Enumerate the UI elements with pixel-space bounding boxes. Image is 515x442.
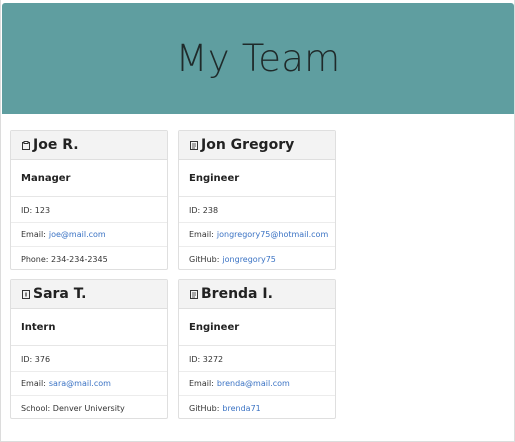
email-row: Email: brenda@mail.com	[179, 372, 335, 396]
id-row: ID: 238	[179, 199, 335, 223]
email-row: Email: jongregory75@hotmail.com	[179, 223, 335, 247]
github-label: GitHub:	[189, 403, 220, 413]
email-link[interactable]: jongregory75@hotmail.com	[217, 230, 328, 239]
email-link[interactable]: brenda@mail.com	[217, 379, 290, 388]
employee-role: Engineer	[179, 309, 335, 346]
id-row: ID: 123	[11, 199, 167, 223]
card-header: Sara T.	[11, 280, 167, 309]
id-row: ID: 376	[11, 348, 167, 372]
employee-card: Joe R. Manager ID: 123 Email: joe@mail.c…	[10, 130, 168, 270]
email-link[interactable]: sara@mail.com	[49, 379, 111, 388]
employee-card: Brenda I. Engineer ID: 3272 Email: brend…	[178, 279, 336, 419]
school-label: School: Denver University	[21, 403, 125, 413]
github-link[interactable]: jongregory75	[222, 255, 275, 264]
id-label: ID: 3272	[189, 355, 224, 364]
clipboard-icon	[21, 140, 30, 150]
github-row: GitHub: brenda71	[179, 396, 335, 420]
email-link[interactable]: joe@mail.com	[49, 230, 106, 239]
employee-name: Joe R.	[33, 137, 79, 153]
phone-row: Phone: 234-234-2345	[11, 247, 167, 271]
team-header: My Team	[2, 3, 514, 114]
employee-name: Brenda I.	[201, 286, 273, 302]
email-row: Email: joe@mail.com	[11, 223, 167, 247]
employee-role: Intern	[11, 309, 167, 346]
student-badge-icon	[21, 289, 30, 299]
page-frame: My Team Joe R. Manager ID: 123 Email: jo…	[0, 0, 515, 442]
id-row: ID: 3272	[179, 348, 335, 372]
document-icon	[189, 140, 198, 150]
card-header: Brenda I.	[179, 280, 335, 309]
github-link[interactable]: brenda71	[222, 404, 260, 413]
id-label: ID: 123	[21, 206, 51, 215]
document-icon	[189, 289, 198, 299]
phone-label: Phone: 234-234-2345	[21, 254, 108, 264]
employee-name: Jon Gregory	[201, 137, 295, 153]
employee-card: Jon Gregory Engineer ID: 238 Email: jong…	[178, 130, 336, 270]
email-label: Email:	[189, 379, 214, 388]
github-label: GitHub:	[189, 254, 220, 264]
card-header: Joe R.	[11, 131, 167, 160]
employee-role: Manager	[11, 160, 167, 197]
card-header: Jon Gregory	[179, 131, 335, 160]
email-label: Email:	[189, 230, 214, 239]
email-label: Email:	[21, 230, 46, 239]
page-title: My Team	[175, 37, 341, 80]
email-row: Email: sara@mail.com	[11, 372, 167, 396]
email-label: Email:	[21, 379, 46, 388]
school-row: School: Denver University	[11, 396, 167, 420]
employee-name: Sara T.	[33, 286, 87, 302]
github-row: GitHub: jongregory75	[179, 247, 335, 271]
id-label: ID: 376	[21, 355, 51, 364]
employee-role: Engineer	[179, 160, 335, 197]
employee-card: Sara T. Intern ID: 376 Email: sara@mail.…	[10, 279, 168, 419]
id-label: ID: 238	[189, 206, 219, 215]
